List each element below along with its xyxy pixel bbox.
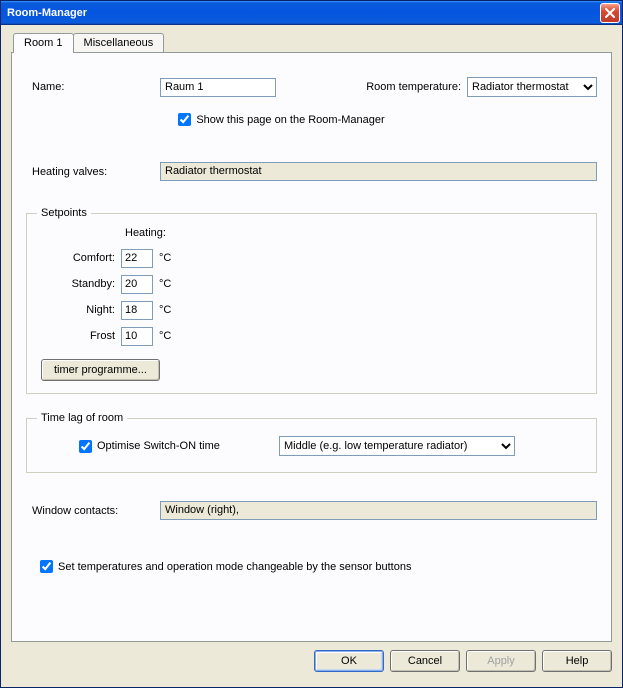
setpoint-label: Frost — [41, 330, 121, 342]
setpoint-unit: °C — [159, 330, 171, 342]
window-contacts-value: Window (right), — [160, 501, 597, 520]
time-lag-select[interactable]: Middle (e.g. low temperature radiator) — [279, 436, 515, 456]
show-page-label: Show this page on the Room-Manager — [196, 114, 384, 126]
room-temperature-select[interactable]: Radiator thermostat — [467, 77, 597, 97]
setpoint-unit: °C — [159, 252, 171, 264]
window-title: Room-Manager — [7, 7, 600, 19]
close-button[interactable] — [600, 3, 620, 23]
setpoint-standby-input[interactable] — [121, 275, 153, 294]
sensor-buttons-label: Set temperatures and operation mode chan… — [58, 561, 411, 573]
tab-panel-room1: Name: Room temperature: Radiator thermos… — [11, 52, 612, 642]
setpoint-label: Night: — [41, 304, 121, 316]
setpoints-legend: Setpoints — [37, 207, 91, 219]
optimise-switch-on-label: Optimise Switch-ON time — [97, 440, 220, 452]
ok-button[interactable]: OK — [314, 650, 384, 672]
cancel-button[interactable]: Cancel — [390, 650, 460, 672]
setpoint-row-frost: Frost °C — [41, 323, 586, 349]
room-temperature-label: Room temperature: — [366, 81, 461, 93]
help-button[interactable]: Help — [542, 650, 612, 672]
tab-room1[interactable]: Room 1 — [13, 33, 74, 53]
setpoint-night-input[interactable] — [121, 301, 153, 320]
setpoint-row-night: Night: °C — [41, 297, 586, 323]
time-lag-group: Time lag of room Optimise Switch-ON time… — [26, 412, 597, 473]
setpoint-row-standby: Standby: °C — [41, 271, 586, 297]
setpoint-frost-input[interactable] — [121, 327, 153, 346]
tabstrip: Room 1 Miscellaneous — [13, 33, 612, 52]
window-frame: Room-Manager Room 1 Miscellaneous Name: … — [0, 0, 623, 688]
window-contacts-label: Window contacts: — [26, 505, 160, 517]
setpoint-label: Comfort: — [41, 252, 121, 264]
sensor-buttons-checkbox[interactable]: Set temperatures and operation mode chan… — [40, 560, 411, 573]
optimise-switch-on-input[interactable] — [79, 440, 92, 453]
titlebar[interactable]: Room-Manager — [1, 1, 622, 25]
name-label: Name: — [26, 81, 160, 93]
optimise-switch-on-checkbox[interactable]: Optimise Switch-ON time — [79, 440, 279, 453]
show-page-checkbox-input[interactable] — [178, 113, 191, 126]
tab-label: Room 1 — [24, 37, 63, 49]
tab-miscellaneous[interactable]: Miscellaneous — [73, 33, 165, 52]
client-area: Room 1 Miscellaneous Name: Room temperat… — [1, 25, 622, 687]
setpoint-unit: °C — [159, 304, 171, 316]
setpoints-heating-header: Heating: — [125, 227, 586, 239]
setpoints-group: Setpoints Heating: Comfort: °C Standby: … — [26, 207, 597, 394]
setpoint-label: Standby: — [41, 278, 121, 290]
name-input[interactable] — [160, 78, 276, 97]
heating-valves-label: Heating valves: — [26, 166, 160, 178]
tab-label: Miscellaneous — [84, 37, 154, 49]
apply-button[interactable]: Apply — [466, 650, 536, 672]
timer-programme-button[interactable]: timer programme... — [41, 359, 160, 381]
sensor-buttons-input[interactable] — [40, 560, 53, 573]
heating-valves-value: Radiator thermostat — [160, 162, 597, 181]
setpoint-row-comfort: Comfort: °C — [41, 245, 586, 271]
setpoint-comfort-input[interactable] — [121, 249, 153, 268]
show-page-checkbox[interactable]: Show this page on the Room-Manager — [178, 113, 384, 126]
time-lag-legend: Time lag of room — [37, 412, 127, 424]
close-icon — [605, 8, 615, 18]
dialog-button-bar: OK Cancel Apply Help — [11, 642, 612, 672]
setpoint-unit: °C — [159, 278, 171, 290]
